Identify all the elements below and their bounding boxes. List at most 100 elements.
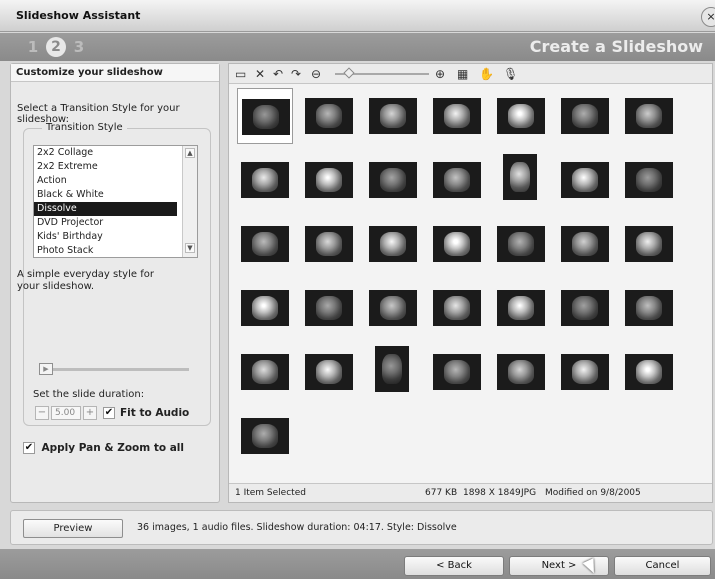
- zoom-in-icon[interactable]: ⊕: [435, 66, 445, 82]
- increase-button[interactable]: +: [83, 406, 97, 420]
- photo-image: [625, 354, 673, 390]
- photo-thumbnail[interactable]: [301, 216, 357, 272]
- photo-thumbnail[interactable]: [493, 280, 549, 336]
- photo-thumbnail[interactable]: [557, 152, 613, 208]
- photo-image: [369, 98, 417, 134]
- photo-thumbnail[interactable]: [301, 88, 357, 144]
- photo-thumbnail[interactable]: [237, 216, 293, 272]
- photo-image: [433, 98, 481, 134]
- scroll-up-icon[interactable]: ▲: [185, 148, 195, 158]
- delete-icon[interactable]: ✕: [255, 66, 265, 82]
- photo-image: [305, 290, 353, 326]
- photo-thumbnail[interactable]: [237, 344, 293, 400]
- close-icon[interactable]: ×: [701, 7, 715, 27]
- photo-image: [375, 346, 409, 392]
- photo-thumbnail[interactable]: [493, 152, 549, 208]
- photo-thumbnail[interactable]: [621, 344, 677, 400]
- photo-thumbnail-selected[interactable]: [237, 88, 293, 144]
- list-item-selected[interactable]: Dissolve: [34, 202, 177, 216]
- list-item[interactable]: Photo Stack: [34, 244, 177, 257]
- duration-stepper[interactable]: − 5.00 + ✔ Fit to Audio: [35, 406, 189, 420]
- photo-image: [497, 98, 545, 134]
- step-2-active: 2: [46, 37, 66, 57]
- style-description: A simple everyday style for your slidesh…: [17, 269, 154, 292]
- list-scrollbar[interactable]: ▲ ▼: [182, 146, 197, 257]
- slider-play-icon[interactable]: ▶: [39, 363, 53, 375]
- photo-thumbnail[interactable]: [429, 280, 485, 336]
- photo-thumbnail[interactable]: [301, 280, 357, 336]
- pan-zoom-option[interactable]: ✔ Apply Pan & Zoom to all: [23, 441, 184, 454]
- photo-image: [241, 226, 289, 262]
- photo-thumbnail[interactable]: [301, 152, 357, 208]
- preview-slider[interactable]: ▶: [39, 363, 189, 375]
- file-size: 677 KB: [425, 488, 458, 498]
- preview-button[interactable]: Preview: [23, 519, 123, 538]
- photo-thumbnail[interactable]: [365, 152, 421, 208]
- photo-thumbnail[interactable]: [365, 280, 421, 336]
- zoom-out-icon[interactable]: ⊖: [311, 66, 321, 82]
- photo-thumbnail[interactable]: [621, 280, 677, 336]
- photo-thumbnail[interactable]: [429, 88, 485, 144]
- photo-thumbnail[interactable]: [557, 88, 613, 144]
- photo-image: [241, 162, 289, 198]
- photo-thumbnail[interactable]: [301, 344, 357, 400]
- microphone-icon[interactable]: 🎙: [503, 66, 518, 82]
- photo-thumbnail[interactable]: [493, 88, 549, 144]
- fit-to-audio-checkbox[interactable]: ✔: [103, 407, 115, 419]
- photo-thumbnail[interactable]: [621, 216, 677, 272]
- photo-image: [561, 290, 609, 326]
- list-item[interactable]: 2x2 Extreme: [34, 160, 177, 174]
- rotate-right-icon[interactable]: ↷: [291, 66, 301, 82]
- list-item[interactable]: Kids' Birthday: [34, 230, 177, 244]
- photo-thumbnail[interactable]: [621, 152, 677, 208]
- photo-image: [625, 162, 673, 198]
- fit-to-audio-label: Fit to Audio: [120, 407, 190, 419]
- photo-thumbnail[interactable]: [365, 344, 421, 400]
- photo-image: [433, 162, 481, 198]
- step-3: 3: [73, 38, 85, 56]
- list-item[interactable]: Action: [34, 174, 177, 188]
- photo-image: [305, 354, 353, 390]
- duration-input[interactable]: 5.00: [51, 406, 81, 420]
- list-item[interactable]: 2x2 Collage: [34, 146, 177, 160]
- zoom-slider-knob[interactable]: [343, 67, 355, 79]
- photo-thumbnail[interactable]: [557, 344, 613, 400]
- photo-thumbnail[interactable]: [365, 88, 421, 144]
- pan-zoom-checkbox[interactable]: ✔: [23, 442, 35, 454]
- photo-image: [625, 290, 673, 326]
- rotate-left-icon[interactable]: ↶: [273, 66, 283, 82]
- photo-image: [561, 98, 609, 134]
- photo-thumbnail[interactable]: [237, 152, 293, 208]
- zoom-slider[interactable]: [335, 67, 429, 79]
- scroll-down-icon[interactable]: ▼: [185, 243, 195, 253]
- view-options-icon[interactable]: ▦: [457, 66, 468, 82]
- title-bar: Slideshow Assistant ×: [0, 0, 715, 32]
- photo-thumbnail[interactable]: [557, 280, 613, 336]
- pan-hand-icon[interactable]: ✋: [479, 66, 494, 82]
- photo-thumbnail[interactable]: [429, 152, 485, 208]
- slider-track: [39, 368, 189, 371]
- step-1: 1: [27, 38, 39, 56]
- photo-thumbnail[interactable]: [493, 216, 549, 272]
- photo-image: [305, 162, 353, 198]
- photo-thumbnail[interactable]: [621, 88, 677, 144]
- photo-image: [241, 418, 289, 454]
- decrease-button[interactable]: −: [35, 406, 49, 420]
- photo-thumbnail[interactable]: [237, 408, 293, 464]
- cancel-button[interactable]: Cancel: [614, 556, 711, 576]
- monitor-icon[interactable]: ▭: [235, 66, 246, 82]
- list-item[interactable]: DVD Projector: [34, 216, 177, 230]
- photo-thumbnail[interactable]: [365, 216, 421, 272]
- photo-image: [305, 226, 353, 262]
- back-button[interactable]: < Back: [404, 556, 504, 576]
- list-item[interactable]: Black & White: [34, 188, 177, 202]
- photo-thumbnail[interactable]: [237, 280, 293, 336]
- photo-thumbnail[interactable]: [429, 344, 485, 400]
- photo-image: [561, 226, 609, 262]
- photo-thumbnail[interactable]: [557, 216, 613, 272]
- photo-thumbnail[interactable]: [493, 344, 549, 400]
- group-label: Transition Style: [42, 122, 127, 133]
- photo-thumbnail[interactable]: [429, 216, 485, 272]
- photo-image: [625, 98, 673, 134]
- transition-style-list[interactable]: 2x2 Collage 2x2 Extreme Action Black & W…: [33, 145, 198, 258]
